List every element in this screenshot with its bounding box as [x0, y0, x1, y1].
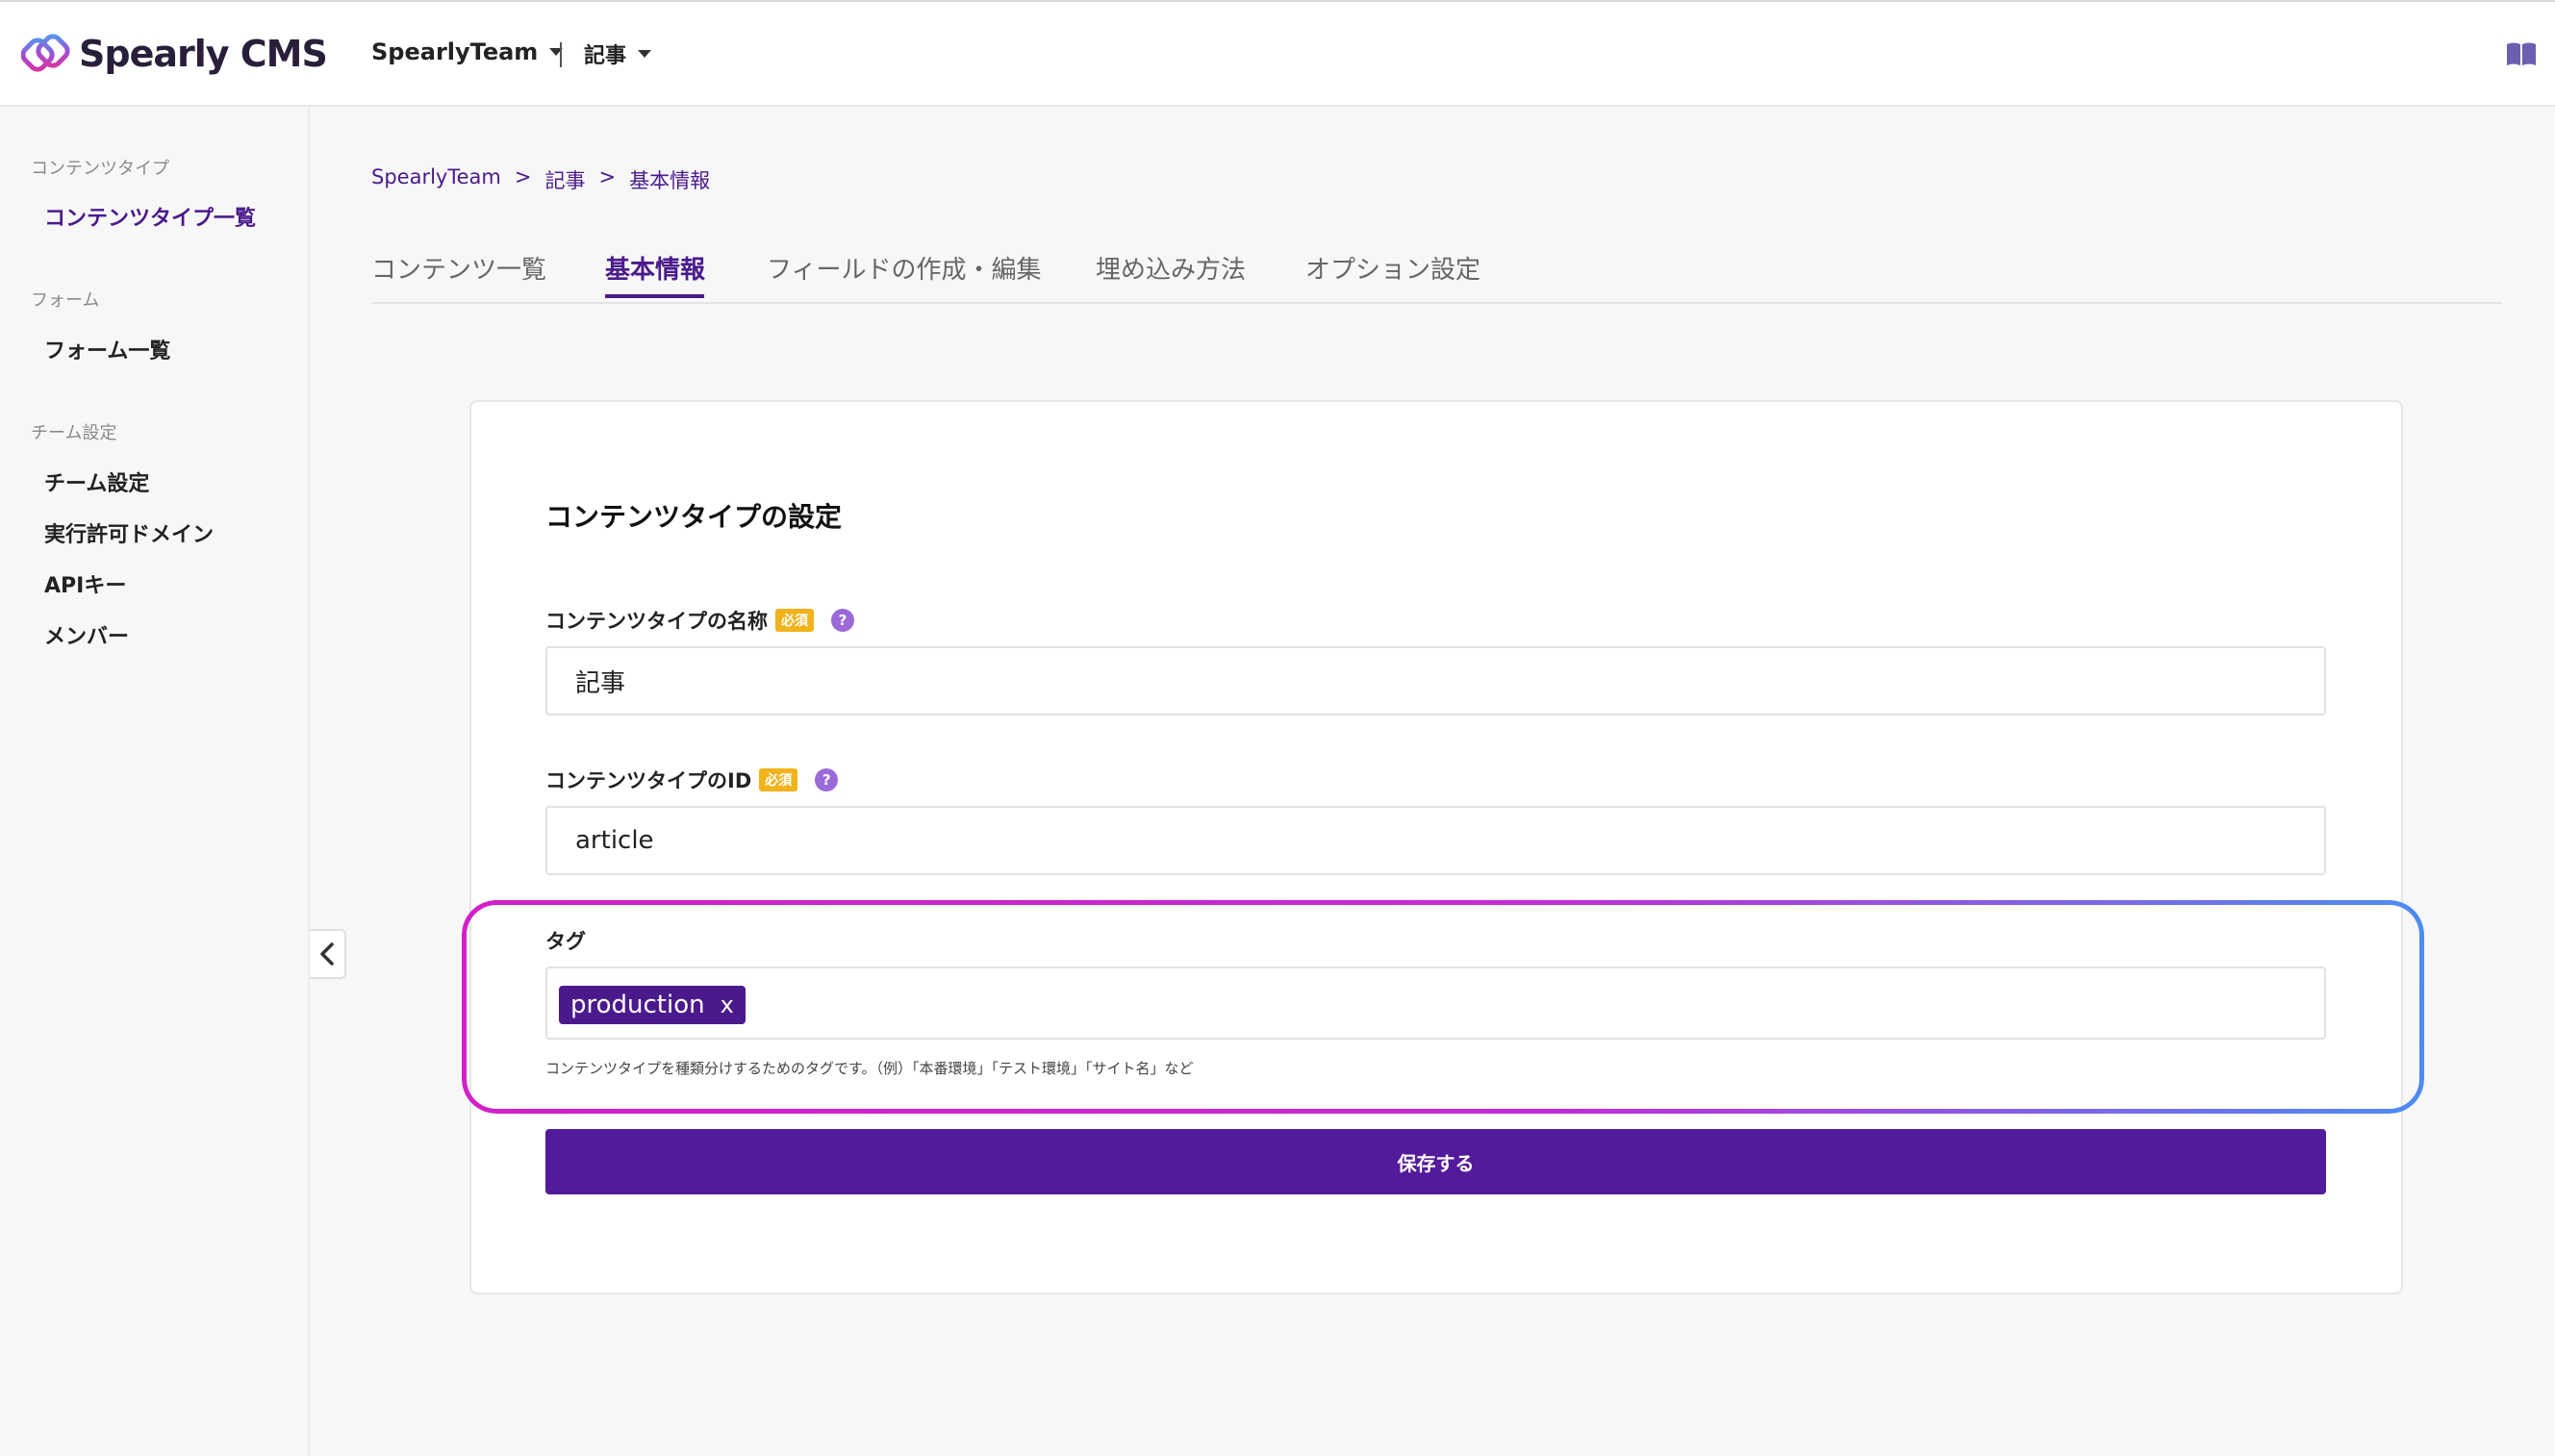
logo-text: Spearly CMS — [79, 33, 328, 75]
breadcrumb-current: 基本情報 — [629, 169, 711, 192]
help-icon[interactable]: ? — [815, 768, 839, 791]
tag-input[interactable]: production x — [545, 966, 2326, 1040]
sidebar-item-team-settings[interactable]: チーム設定 — [44, 466, 149, 497]
tag-field-label: タグ — [545, 926, 586, 955]
sidebar-collapse-button[interactable] — [310, 929, 346, 979]
sidebar-section-content-type: コンテンツタイプ — [31, 159, 169, 179]
tab-fields[interactable]: フィールドの作成・編集 — [767, 250, 1041, 286]
tab-basic-info[interactable]: 基本情報 — [605, 250, 705, 286]
tab-options[interactable]: オプション設定 — [1305, 250, 1480, 286]
breadcrumb-team[interactable]: SpearlyTeam — [371, 165, 501, 194]
tag-hint-text: コンテンツタイプを種類分けするためのタグです。（例）「本番環境」「テスト環境」「… — [545, 1060, 1194, 1077]
header-divider — [560, 42, 562, 67]
tag-chip: production x — [559, 986, 746, 1024]
sidebar-item-members[interactable]: メンバー — [44, 619, 129, 650]
sidebar-item-content-type-list[interactable]: コンテンツタイプ一覧 — [44, 201, 256, 232]
content-type-name: 記事 — [584, 44, 627, 68]
sidebar-section-team-settings: チーム設定 — [31, 423, 117, 443]
sidebar-section-form: フォーム — [31, 290, 100, 311]
active-tab-indicator — [605, 294, 704, 298]
sidebar: コンテンツタイプ コンテンツタイプ一覧 フォーム フォーム一覧 チーム設定 チー… — [0, 107, 310, 1456]
tab-content-list[interactable]: コンテンツ一覧 — [371, 250, 546, 286]
content-type-name-input[interactable] — [545, 646, 2326, 715]
required-badge: 必須 — [775, 609, 814, 632]
breadcrumb-separator: > — [598, 165, 617, 188]
breadcrumb-separator: > — [514, 165, 532, 188]
name-label-text: コンテンツタイプの名称 — [545, 610, 768, 633]
top-header: Spearly CMS SpearlyTeam 記事 — [0, 0, 2555, 107]
sidebar-item-form-list[interactable]: フォーム一覧 — [44, 334, 170, 364]
breadcrumb: SpearlyTeam > 記事 > 基本情報 — [371, 165, 710, 194]
id-field-label: コンテンツタイプのID 必須 ? — [545, 766, 839, 794]
team-switcher[interactable]: SpearlyTeam — [371, 38, 564, 65]
content-type-switcher[interactable]: 記事 — [584, 38, 652, 69]
required-badge: 必須 — [759, 768, 798, 791]
spearly-logo-icon — [21, 34, 70, 72]
tag-label-text: タグ — [545, 930, 586, 953]
breadcrumb-content-type[interactable]: 記事 — [544, 165, 585, 194]
name-field-label: コンテンツタイプの名称 必須 ? — [545, 606, 854, 635]
tag-remove-button[interactable]: x — [721, 992, 734, 1018]
sidebar-item-api-keys[interactable]: APIキー — [44, 568, 126, 599]
sidebar-item-allowed-domains[interactable]: 実行許可ドメイン — [44, 517, 214, 548]
save-button[interactable]: 保存する — [545, 1129, 2326, 1194]
help-icon[interactable]: ? — [831, 609, 854, 632]
caret-down-icon — [638, 50, 652, 58]
id-label-text: コンテンツタイプのID — [545, 769, 752, 792]
book-icon[interactable] — [2505, 40, 2538, 67]
team-name: SpearlyTeam — [371, 38, 539, 65]
app-logo[interactable]: Spearly CMS — [21, 29, 328, 79]
tag-chip-label: production — [570, 991, 705, 1019]
tab-embed[interactable]: 埋め込み方法 — [1096, 250, 1246, 286]
card-title: コンテンツタイプの設定 — [545, 501, 843, 533]
chevron-left-icon — [320, 942, 334, 966]
content-type-id-input[interactable] — [545, 806, 2326, 875]
